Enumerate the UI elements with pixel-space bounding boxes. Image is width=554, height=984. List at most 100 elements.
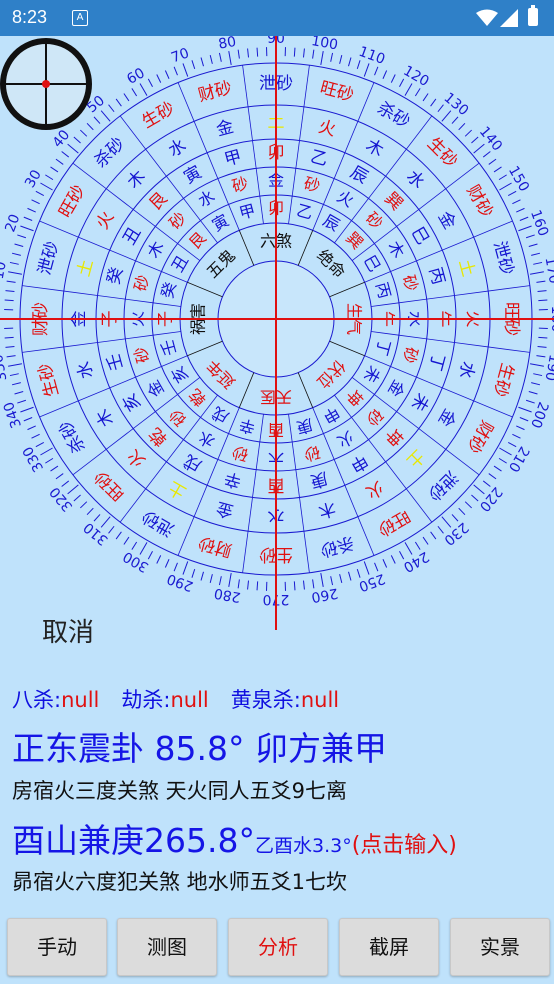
manual-button[interactable]: 手动	[7, 918, 107, 976]
ring-label: 砂	[165, 405, 190, 430]
degree-tick	[156, 74, 162, 83]
jiesha-value: null	[170, 688, 209, 712]
degree-label: 80	[217, 36, 237, 53]
ring-label: 辛	[222, 467, 244, 491]
degree-tick	[14, 243, 24, 247]
degree-label: 130	[441, 90, 472, 119]
degree-tick	[93, 514, 101, 522]
bottom-toolbar: 手动 测图 分析 截屏 实景	[0, 918, 554, 976]
sitting-detail: 乙酉水3.3°	[254, 835, 352, 857]
degree-tick	[499, 447, 512, 456]
degree-tick	[218, 576, 222, 586]
analyze-button[interactable]: 分析	[228, 918, 328, 976]
degree-label: 170	[542, 256, 554, 285]
ring-label: 杀砂	[318, 532, 356, 560]
status-time: 8:23	[12, 7, 48, 27]
click-to-input-link[interactable]: (点击输入)	[352, 833, 457, 858]
ring-label: 砂	[130, 273, 152, 293]
ring-label: 水	[402, 167, 428, 193]
degree-tick	[441, 110, 452, 122]
huangquan-label: 黄泉杀:	[230, 688, 301, 712]
locator-reticle[interactable]	[0, 38, 92, 130]
degree-tick	[237, 579, 240, 589]
sector-divider	[454, 290, 489, 296]
ring-label: 泄砂	[35, 239, 63, 277]
ring-label: 砂	[399, 273, 421, 293]
sector-divider	[368, 175, 386, 199]
sector-divider	[299, 497, 305, 532]
sector-divider	[291, 168, 297, 197]
degree-tick	[531, 382, 541, 386]
degree-tick	[518, 406, 532, 413]
sector-divider	[193, 485, 208, 517]
degree-label: 70	[169, 45, 191, 66]
sha-status-line: 八杀:null 劫杀:null 黄泉杀:null	[12, 684, 339, 714]
sector-divider	[442, 236, 474, 251]
degree-tick	[488, 158, 497, 165]
luopan-compass[interactable]: 0102030405060708090100110120130140150160…	[0, 36, 554, 636]
sector-divider	[442, 387, 474, 402]
ring-label: 土	[165, 477, 190, 503]
degree-tick	[536, 355, 546, 358]
ring-label: 丁	[424, 351, 448, 373]
degree-tick	[339, 574, 343, 584]
cancel-button[interactable]: 取消	[42, 612, 94, 649]
sector-divider	[135, 260, 162, 272]
ring-label: 财砂	[462, 182, 496, 221]
degree-tick	[164, 559, 170, 568]
sector-divider	[323, 433, 335, 460]
degree-tick	[498, 174, 507, 181]
crosshair-lines	[0, 36, 554, 630]
ring-label: 砂	[362, 208, 387, 233]
status-bar: 8:23 A	[0, 0, 554, 36]
degree-tick	[488, 473, 497, 480]
degree-tick	[14, 391, 24, 395]
degree-tick	[437, 104, 444, 113]
degree-tick	[473, 484, 485, 495]
ring-label: 火	[316, 117, 338, 141]
ring-label: 砂	[130, 345, 152, 365]
degree-tick	[40, 182, 53, 191]
degree-tick	[404, 542, 413, 555]
degree-tick	[529, 271, 544, 275]
wifi-icon	[476, 9, 498, 26]
degree-tick	[533, 261, 543, 265]
degree-tick	[147, 550, 153, 560]
ring-label: 巽	[380, 189, 406, 215]
ring-label: 乙	[308, 147, 330, 171]
degree-tick	[441, 516, 452, 528]
sector-divider	[247, 106, 253, 141]
gua-divider	[297, 372, 314, 408]
degree-tick	[471, 136, 479, 144]
degree-tick	[458, 122, 466, 131]
degree-tick	[31, 433, 40, 439]
degree-label: 160	[527, 208, 551, 239]
ring-label: 土	[402, 445, 428, 471]
degree-tick	[173, 66, 178, 76]
sector-divider	[39, 220, 79, 238]
degree-tick	[356, 568, 361, 578]
ring-label: 杀砂	[374, 98, 413, 132]
sector-divider	[145, 148, 167, 177]
live-view-button[interactable]: 实景	[450, 918, 550, 976]
degree-tick	[115, 98, 122, 107]
ring-label: 亥	[168, 363, 192, 386]
sector-divider	[291, 441, 297, 470]
sector-divider	[63, 290, 98, 296]
sector-divider	[252, 469, 257, 498]
degree-tick	[6, 355, 16, 358]
sector-divider	[488, 346, 530, 353]
measure-map-button[interactable]: 测图	[117, 918, 217, 976]
degree-tick	[374, 562, 379, 572]
sector-divider	[303, 65, 310, 107]
degree-tick	[5, 345, 15, 348]
degree-tick	[473, 143, 485, 154]
facing-reading: 正东震卦 85.8° 卯方兼甲	[12, 729, 387, 768]
ring-label: 未	[407, 390, 433, 415]
degree-tick	[363, 63, 370, 77]
screenshot-button[interactable]: 截屏	[339, 918, 439, 976]
ring-label: 水	[454, 359, 478, 381]
ring-label: 丑	[119, 224, 145, 249]
degree-tick	[293, 581, 296, 591]
degree-tick	[61, 151, 70, 158]
